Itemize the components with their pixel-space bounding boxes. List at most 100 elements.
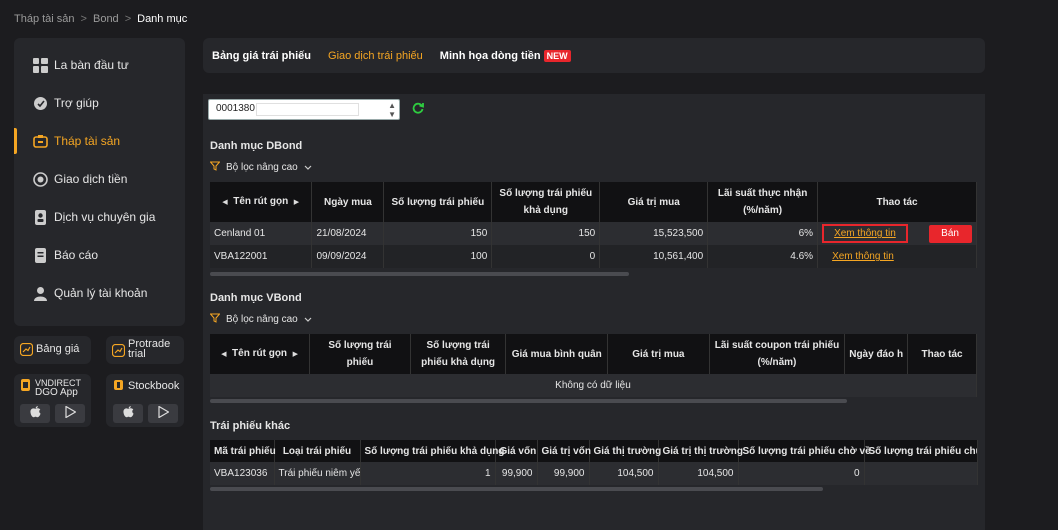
other-bonds-scrollbar[interactable]	[210, 487, 823, 491]
dbond-header-value: Giá trị mua	[599, 182, 709, 222]
cell-avail: 150	[491, 222, 601, 245]
stockbook-card: Stockbook	[106, 374, 184, 427]
sidebar-item-expert-service[interactable]: Dịch vụ chuyên gia	[14, 198, 185, 236]
report-icon	[32, 247, 48, 263]
sell-button[interactable]: Bán	[928, 225, 972, 243]
cell-actions: Xem thông tin	[817, 245, 977, 268]
dgo-label-line2: DGO App	[35, 387, 78, 398]
wallet-icon	[32, 133, 48, 149]
sidebar-item-money-transfer[interactable]: Giao dịch tiền	[14, 160, 185, 198]
vbond-header-coupon: Lãi suất coupon trái phiếu (%/năm)	[709, 334, 846, 374]
vbond-header-name[interactable]: ◀ Tên rút gọn ▶	[210, 334, 311, 374]
apple-icon	[122, 406, 134, 421]
account-mask	[256, 103, 359, 116]
user-icon	[32, 285, 48, 301]
table-row: Không có dữ liệu	[210, 374, 977, 397]
sidebar-item-label: Giao dịch tiền	[54, 172, 128, 186]
stockbook-playstore-button[interactable]	[148, 404, 178, 423]
chart-icon	[19, 342, 34, 359]
dbond-header-name[interactable]: ◀ Tên rút gọn ▶	[210, 182, 313, 222]
table-row: VBA123036 Trái phiếu niêm yết 1 99,900 9…	[210, 462, 978, 485]
filter-label: Bộ lọc nâng cao	[226, 162, 298, 173]
sidebar-item-label: Báo cáo	[54, 248, 99, 262]
dgo-playstore-button[interactable]	[55, 404, 85, 423]
sidebar: La bàn đầu tư Trợ giúp Tháp tài sản Giao…	[14, 38, 185, 326]
other-bonds-title: Trái phiếu khác	[210, 420, 291, 432]
cell-not-yet	[864, 462, 978, 485]
tab-bar: Bảng giá trái phiếu Giao dịch trái phiếu…	[203, 38, 985, 73]
vbond-scrollbar[interactable]	[210, 399, 847, 403]
cell-name: Cenland 01	[210, 222, 313, 245]
dgo-appstore-button[interactable]	[20, 404, 50, 423]
account-select[interactable]: 0001380 ▲ ▼	[208, 99, 400, 120]
filter-icon	[209, 161, 221, 174]
price-board-label: Bảng giá	[36, 343, 80, 355]
chart-icon	[111, 343, 126, 360]
vbond-header-avg-price: Giá mua bình quân	[505, 334, 609, 374]
sidebar-item-report[interactable]: Báo cáo	[14, 236, 185, 274]
view-info-link[interactable]: Xem thông tin	[822, 224, 908, 243]
view-info-link[interactable]: Xem thông tin	[832, 251, 894, 262]
stockbook-appstore-button[interactable]	[113, 404, 143, 423]
sidebar-item-asset-tower[interactable]: Tháp tài sản	[14, 122, 185, 160]
protrade-card[interactable]: Protrade trial	[106, 336, 184, 364]
tab-cash-flow-illustration[interactable]: Minh họa dòng tiền NEW	[439, 49, 571, 62]
cell-market-value: 104,500	[658, 462, 739, 485]
tab-bond-trading[interactable]: Giao dịch trái phiếu	[328, 50, 423, 62]
protrade-label-line2: trial	[128, 348, 146, 360]
dgo-app-card: VNDIRECT DGO App	[14, 374, 91, 427]
breadcrumb-item[interactable]: Tháp tài sản	[14, 13, 75, 25]
new-badge: NEW	[543, 49, 571, 62]
sidebar-item-label: La bàn đầu tư	[54, 58, 129, 72]
main-panel: 0001380 ▲ ▼ Danh mục DBond Bộ lọc nâng ca…	[203, 94, 985, 530]
other-header-market: Giá thị trường	[589, 440, 661, 462]
cell-qty: 150	[383, 222, 493, 245]
sidebar-item-compass[interactable]: La bàn đầu tư	[14, 46, 185, 84]
other-header-avail: Số lượng trái phiếu khả dụng	[360, 440, 504, 462]
cell-rate: 4.6%	[707, 245, 819, 268]
tab-bond-price-board[interactable]: Bảng giá trái phiếu	[212, 50, 311, 62]
vbond-filter-toggle[interactable]: Bộ lọc nâng cao	[209, 313, 312, 326]
vbond-table: ◀ Tên rút gọn ▶ Số lượng trái phiếu Số l…	[210, 334, 977, 397]
cell-rate: 6%	[707, 222, 819, 245]
breadcrumb-current: Danh mục	[137, 13, 188, 25]
cell-qty: 100	[383, 245, 493, 268]
chevron-down-icon	[304, 162, 312, 173]
other-header-type: Loại trái phiếu	[274, 440, 361, 462]
other-header-cost: Giá vốn	[495, 440, 538, 462]
cell-value: 10,561,400	[599, 245, 709, 268]
dbond-title: Danh mục DBond	[210, 140, 303, 152]
cell-name: VBA122001	[210, 245, 313, 268]
cell-avail: 1	[360, 462, 496, 485]
dbond-header-qty: Số lượng trái phiếu	[383, 182, 493, 222]
cell-market: 104,500	[589, 462, 659, 485]
refresh-icon[interactable]	[412, 101, 424, 117]
sidebar-item-help[interactable]: Trợ giúp	[14, 84, 185, 122]
vbond-header-actions: Thao tác	[907, 334, 977, 374]
chevron-down-icon	[304, 314, 312, 325]
table-row: VBA122001 09/09/2024 100 0 10,561,400 4.…	[210, 245, 977, 268]
header-label: Tên rút gọn	[232, 348, 288, 359]
expert-icon	[32, 209, 48, 225]
price-board-card[interactable]: Bảng giá	[14, 336, 91, 364]
play-store-icon	[64, 405, 77, 421]
apple-icon	[29, 406, 41, 421]
breadcrumb-item[interactable]: Bond	[93, 13, 119, 25]
sidebar-item-account-management[interactable]: Quản lý tài khoản	[14, 274, 185, 312]
stockbook-label: Stockbook	[128, 380, 180, 392]
cell-actions: Xem thông tin Bán	[817, 222, 977, 245]
other-header-pending: Số lượng trái phiếu chờ về	[738, 440, 871, 462]
cell-cost: 99,900	[495, 462, 538, 485]
other-bonds-table: Mã trái phiếu Loại trái phiếu Số lượng t…	[210, 440, 978, 485]
dbond-filter-toggle[interactable]: Bộ lọc nâng cao	[209, 161, 312, 174]
play-store-icon	[157, 405, 170, 421]
dbond-scrollbar[interactable]	[210, 272, 629, 276]
tab-cash-flow-label: Minh họa dòng tiền	[439, 49, 541, 62]
account-select-value: 0001380	[216, 103, 255, 114]
dbond-header-date: Ngày mua	[311, 182, 385, 222]
filter-label: Bộ lọc nâng cao	[226, 314, 298, 325]
grid-icon	[32, 57, 48, 73]
cell-type: Trái phiếu niêm yết	[274, 462, 361, 485]
breadcrumb-separator: >	[124, 13, 132, 25]
dbond-header-actions: Thao tác	[817, 182, 977, 222]
